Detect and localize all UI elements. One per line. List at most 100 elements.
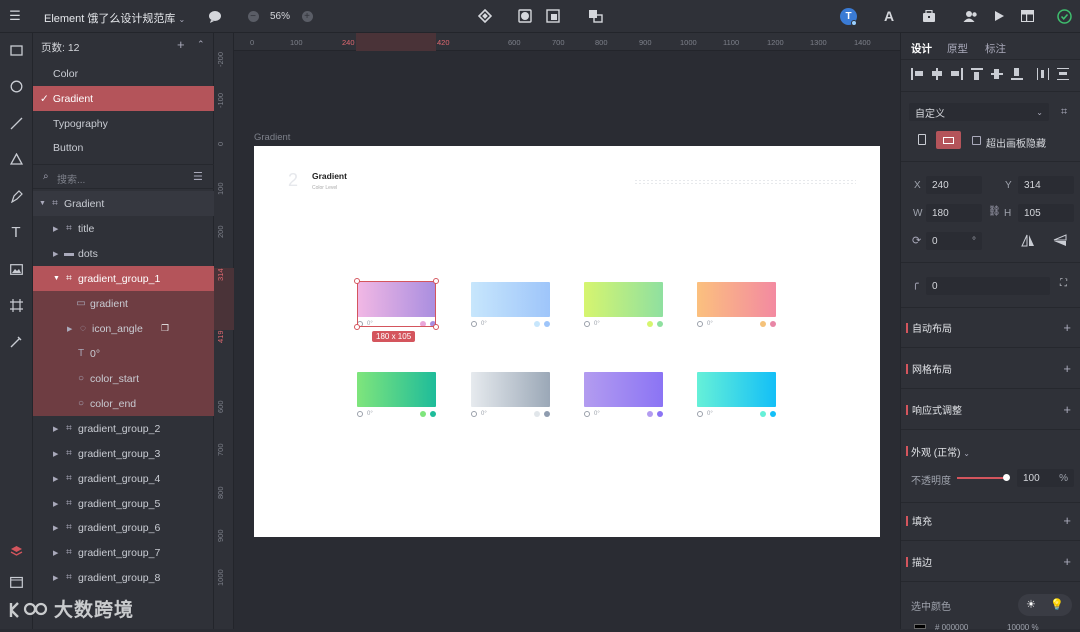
preset-select[interactable]: 自定义 ⌄ bbox=[909, 103, 1049, 121]
layer-row-gradient-group-4[interactable]: ▶ ⌗ gradient_group_4 bbox=[33, 466, 214, 491]
radius-input[interactable]: 0 bbox=[926, 277, 1050, 295]
layer-search[interactable]: ⌕ 搜索... ☰ bbox=[33, 164, 214, 189]
resize-frame-icon[interactable]: ⌗ bbox=[1061, 106, 1067, 119]
section-auto-layout[interactable]: 自动布局 + bbox=[901, 308, 1080, 348]
collapse-pages-icon[interactable]: ⌃ bbox=[197, 39, 205, 50]
tab-design[interactable]: 设计 bbox=[911, 41, 932, 56]
team-icon[interactable] bbox=[962, 7, 980, 25]
add-icon[interactable]: + bbox=[1063, 361, 1071, 376]
rectangle-tool-icon[interactable] bbox=[7, 41, 25, 59]
color-end-dot[interactable] bbox=[657, 411, 663, 417]
layer-row-color-start[interactable]: ○ color_start bbox=[33, 366, 214, 391]
resize-handle-tr[interactable] bbox=[433, 278, 439, 284]
image-tool-icon[interactable] bbox=[7, 260, 25, 278]
w-input[interactable]: 180 bbox=[926, 204, 982, 222]
font-icon[interactable]: A bbox=[880, 7, 898, 25]
resize-handle-bl[interactable] bbox=[354, 324, 360, 330]
layer-row-gradient-group-7[interactable]: ▶ ⌗ gradient_group_7 bbox=[33, 540, 214, 565]
document-title[interactable]: Element 饿了么设计规范库 ⌄ bbox=[44, 10, 185, 26]
layer-row-gradient[interactable]: ▼ ⌗ Gradient bbox=[33, 191, 214, 216]
gradient-swatch[interactable] bbox=[471, 372, 550, 407]
layout-icon[interactable] bbox=[1018, 7, 1036, 25]
resize-handle-tl[interactable] bbox=[354, 278, 360, 284]
canvas-area[interactable]: 0 100 240 420 600 700 800 900 1000 1100 … bbox=[214, 33, 900, 629]
page-item-color[interactable]: Color bbox=[33, 61, 214, 86]
sync-status-icon[interactable] bbox=[1055, 7, 1073, 25]
layer-row-title[interactable]: ▶ ⌗ title bbox=[33, 216, 214, 241]
layer-row-gradient-group-6[interactable]: ▶ ⌗ gradient_group_6 bbox=[33, 515, 214, 540]
x-input[interactable]: 240 bbox=[926, 176, 982, 194]
color-start-dot[interactable] bbox=[760, 411, 766, 417]
color-start-dot[interactable] bbox=[534, 411, 540, 417]
section-fill[interactable]: 填充 + bbox=[901, 501, 1080, 541]
layer-row-gradient-group-5[interactable]: ▶ ⌗ gradient_group_5 bbox=[33, 491, 214, 516]
layer-row-gradient-rect[interactable]: ▭ gradient bbox=[33, 291, 214, 316]
link-icon[interactable]: ⛓ bbox=[988, 206, 1001, 217]
align-top-icon[interactable] bbox=[971, 68, 983, 80]
color-end-dot[interactable] bbox=[544, 411, 550, 417]
component-icon[interactable] bbox=[476, 7, 494, 25]
gradient-swatch[interactable] bbox=[357, 372, 436, 407]
tab-prototype[interactable]: 原型 bbox=[947, 41, 968, 56]
color-start-dot[interactable] bbox=[647, 411, 653, 417]
color-opacity[interactable]: 10000 % bbox=[1007, 623, 1039, 632]
landscape-button[interactable] bbox=[936, 131, 961, 149]
gradient-swatch[interactable] bbox=[697, 282, 776, 317]
mask-icon[interactable] bbox=[516, 7, 534, 25]
color-end-dot[interactable] bbox=[770, 321, 776, 327]
add-icon[interactable]: + bbox=[1063, 554, 1071, 569]
color-end-dot[interactable] bbox=[657, 321, 663, 327]
opacity-slider-thumb[interactable] bbox=[1003, 474, 1010, 481]
layer-row-gradient-group-1[interactable]: ▼ ⌗ gradient_group_1 bbox=[33, 266, 214, 291]
add-icon[interactable]: + bbox=[1063, 402, 1071, 417]
tab-annotate[interactable]: 标注 bbox=[985, 41, 1006, 56]
layer-row-color-end[interactable]: ○ color_end bbox=[33, 391, 214, 416]
artboard-name[interactable]: Gradient bbox=[254, 132, 290, 143]
y-input[interactable]: 314 bbox=[1018, 176, 1074, 194]
align-center-v-icon[interactable] bbox=[991, 68, 1003, 80]
align-left-icon[interactable] bbox=[911, 68, 923, 80]
selection-box[interactable] bbox=[357, 281, 436, 327]
section-stroke[interactable]: 描边 + bbox=[901, 542, 1080, 582]
h-input[interactable]: 105 bbox=[1018, 204, 1074, 222]
section-grid-layout[interactable]: 网格布局 + bbox=[901, 349, 1080, 389]
zoom-in-icon[interactable]: + bbox=[298, 7, 316, 25]
artboard[interactable]: 2 Gradient Color Level 0° 0° 0° 0° 0° 0° 0° 0° … bbox=[254, 146, 880, 537]
add-icon[interactable]: + bbox=[1063, 320, 1071, 335]
clip-checkbox[interactable] bbox=[972, 136, 981, 145]
color-end-dot[interactable] bbox=[430, 411, 436, 417]
page-item-gradient[interactable]: ✓ Gradient bbox=[33, 86, 214, 111]
appearance-title[interactable]: 外观 (正常) ⌄ bbox=[911, 444, 970, 459]
align-right-icon[interactable] bbox=[951, 68, 963, 80]
layer-row-dots[interactable]: ▶ ▬ dots bbox=[33, 241, 214, 266]
page-item-typography[interactable]: Typography bbox=[33, 111, 214, 136]
arrange-icon[interactable] bbox=[586, 7, 604, 25]
section-responsive[interactable]: 响应式调整 + bbox=[901, 390, 1080, 430]
distribute-v-icon[interactable] bbox=[1057, 68, 1069, 80]
play-icon[interactable] bbox=[990, 7, 1008, 25]
boolean-icon[interactable] bbox=[544, 7, 562, 25]
opacity-input[interactable]: 100% bbox=[1017, 469, 1074, 487]
assets-icon[interactable] bbox=[7, 573, 25, 591]
zoom-level[interactable]: 56% bbox=[270, 11, 290, 22]
portrait-icon[interactable] bbox=[918, 134, 926, 145]
color-start-dot[interactable] bbox=[420, 411, 426, 417]
distribute-h-icon[interactable] bbox=[1037, 68, 1049, 80]
gradient-swatch[interactable] bbox=[697, 372, 776, 407]
independent-corners-icon[interactable]: ⛶ bbox=[1060, 278, 1067, 289]
frame-tool-icon[interactable] bbox=[7, 296, 25, 314]
layer-row-gradient-group-2[interactable]: ▶ ⌗ gradient_group_2 bbox=[33, 416, 214, 441]
filter-icon[interactable]: ☰ bbox=[193, 170, 203, 183]
resize-handle-br[interactable] bbox=[433, 324, 439, 330]
zoom-out-icon[interactable]: − bbox=[244, 7, 262, 25]
triangle-tool-icon[interactable] bbox=[7, 150, 25, 168]
color-end-dot[interactable] bbox=[770, 411, 776, 417]
text-tool-icon[interactable]: T bbox=[7, 223, 25, 241]
color-end-dot[interactable] bbox=[544, 321, 550, 327]
gradient-swatch[interactable] bbox=[584, 282, 663, 317]
gradient-swatch[interactable] bbox=[584, 372, 663, 407]
align-center-h-icon[interactable] bbox=[931, 68, 943, 80]
add-icon[interactable]: + bbox=[1063, 513, 1071, 528]
rotation-input[interactable]: 0 ° bbox=[926, 232, 982, 250]
theme-toggle[interactable]: ☀ 💡 bbox=[1018, 594, 1072, 616]
